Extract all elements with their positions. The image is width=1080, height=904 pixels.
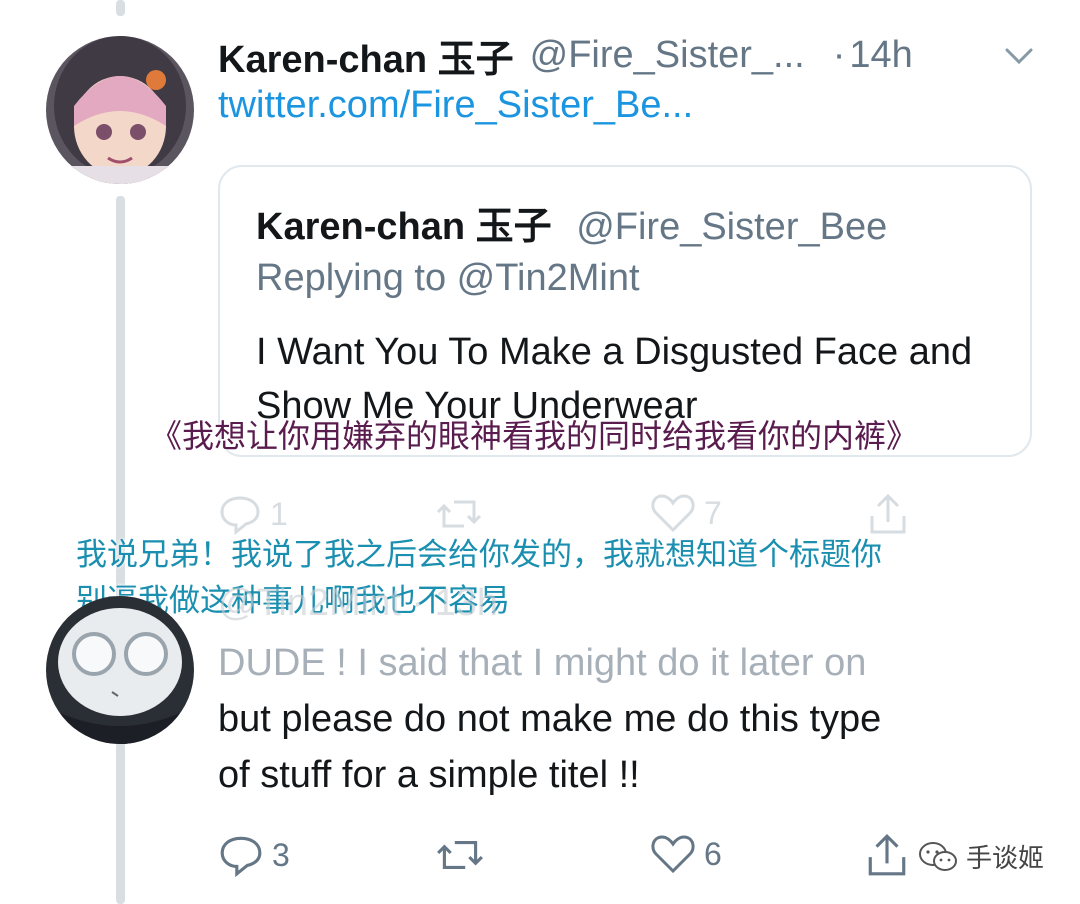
reply-body: DUDE ! I said that I might do it later o… bbox=[218, 635, 1048, 803]
retweet-icon bbox=[436, 500, 482, 528]
reply-line3: of stuff for a simple titel !! bbox=[218, 754, 640, 796]
quoted-author-handle: @Fire_Sister_Bee bbox=[576, 206, 888, 248]
like-count: 6 bbox=[704, 835, 722, 872]
reply-ghost-header: @Tin2Mint · 13h bbox=[218, 582, 499, 624]
quoted-header: Karen-chan 玉子 @Fire_Sister_Bee bbox=[256, 195, 887, 250]
separator-dot: · bbox=[832, 33, 846, 76]
ghost-reply-count: 1 bbox=[270, 495, 288, 532]
tweet-time[interactable]: 14h bbox=[849, 34, 912, 77]
overlay-caption-title: 《我想让你用嫌弃的眼神看我的同时给我看你的内裤》 bbox=[150, 418, 919, 454]
reply-line2: but please do not make me do this type bbox=[218, 698, 882, 740]
tweet-link[interactable]: twitter.com/Fire_Sister_Be... bbox=[218, 84, 693, 127]
reply-icon bbox=[220, 496, 260, 536]
watermark-label: 手谈姬 bbox=[966, 843, 1045, 873]
wechat-icon bbox=[919, 841, 957, 871]
author-avatar[interactable] bbox=[46, 36, 194, 184]
quoted-author-name: Karen-chan 玉子 bbox=[256, 206, 552, 248]
author-name[interactable]: Karen-chan 玉子 bbox=[218, 28, 514, 83]
like-icon bbox=[651, 835, 695, 874]
overlay-comment-line1: 我说兄弟！我说了我之后会给你发的，我就想知道个标题你 bbox=[76, 537, 882, 572]
tweet-header: Karen-chan 玉子 @Fire_Sister_... · 14h bbox=[218, 28, 1038, 83]
share-icon bbox=[868, 833, 906, 876]
reply-author-avatar[interactable] bbox=[46, 596, 194, 744]
thread-line-bottom bbox=[116, 742, 125, 904]
reply-icon bbox=[220, 836, 262, 878]
reply-line1: DUDE ! I said that I might do it later o… bbox=[218, 642, 867, 684]
reply-action[interactable]: 3 bbox=[218, 832, 290, 878]
reply-count: 3 bbox=[272, 836, 290, 873]
share-action[interactable] bbox=[864, 832, 910, 878]
watermark: 手谈姬 bbox=[918, 838, 1044, 875]
retweet-action[interactable] bbox=[434, 832, 486, 878]
chevron-down-icon[interactable] bbox=[1004, 46, 1034, 71]
author-handle[interactable]: @Fire_Sister_... bbox=[530, 34, 805, 77]
thread-line-top bbox=[116, 0, 125, 16]
ghost-like-count: 7 bbox=[704, 494, 722, 531]
ghost-like-action[interactable]: 7 bbox=[650, 492, 722, 534]
like-icon bbox=[651, 494, 695, 533]
share-icon bbox=[870, 493, 906, 534]
quoted-replying-to: Replying to @Tin2Mint bbox=[256, 257, 640, 299]
like-action[interactable]: 6 bbox=[650, 832, 722, 876]
ghost-reply-action[interactable]: 1 bbox=[218, 492, 288, 536]
retweet-icon bbox=[437, 840, 483, 870]
